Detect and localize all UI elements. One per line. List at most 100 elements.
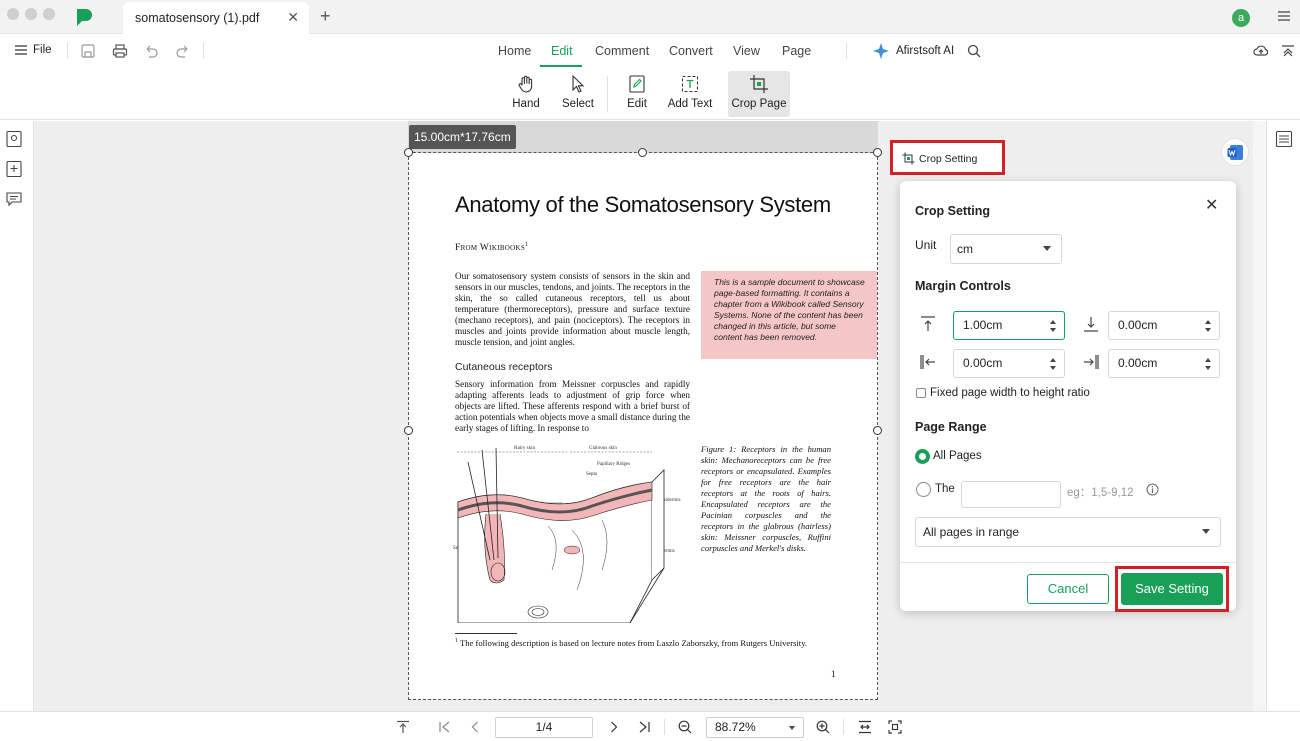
- chevron-down-icon: [1202, 529, 1210, 534]
- tab-edit[interactable]: Edit: [551, 44, 573, 58]
- fit-page-icon[interactable]: [888, 720, 902, 734]
- unit-select[interactable]: cm: [950, 234, 1062, 264]
- stepper-arrows-icon[interactable]: [1050, 357, 1056, 371]
- window-close-dot[interactable]: [7, 8, 19, 20]
- search-icon[interactable]: [966, 43, 982, 59]
- crop-handle-top-left[interactable]: [404, 148, 413, 157]
- cancel-button[interactable]: Cancel: [1027, 574, 1109, 604]
- vertical-scrollbar[interactable]: [1253, 121, 1266, 711]
- margin-controls-heading: Margin Controls: [915, 279, 1011, 293]
- close-icon[interactable]: ✕: [1205, 195, 1218, 215]
- info-icon[interactable]: [1146, 483, 1159, 496]
- bottom-toolbar: 1/4 88.72%: [0, 711, 1300, 741]
- collapse-ribbon-icon[interactable]: [1280, 43, 1296, 59]
- page-range-input[interactable]: [961, 481, 1061, 508]
- zoom-select[interactable]: 88.72%: [706, 717, 804, 738]
- divider: [664, 719, 665, 735]
- page-range-heading: Page Range: [915, 420, 987, 434]
- crop-page-tool-label: Crop Page: [731, 98, 787, 110]
- close-icon[interactable]: ✕: [287, 9, 299, 26]
- edit-tool-label: Edit: [627, 98, 647, 110]
- margin-bottom-input[interactable]: 0.00cm: [1108, 311, 1220, 340]
- divider: [203, 43, 204, 59]
- divider: [846, 43, 847, 59]
- undo-icon[interactable]: [143, 43, 159, 59]
- margin-top-input[interactable]: 1.00cm: [953, 311, 1065, 340]
- tab-comment[interactable]: Comment: [595, 44, 649, 58]
- stepper-arrows-icon[interactable]: [1205, 357, 1211, 371]
- zoom-value: 88.72%: [715, 720, 756, 734]
- window-zoom-dot[interactable]: [43, 8, 55, 20]
- print-icon[interactable]: [112, 43, 128, 59]
- tab-home[interactable]: Home: [498, 44, 531, 58]
- crop-handle-right[interactable]: [873, 426, 882, 435]
- margin-top-value: 1.00cm: [963, 318, 1003, 332]
- cursor-icon: [572, 74, 585, 93]
- first-page-icon[interactable]: [438, 720, 452, 734]
- translate-float-button[interactable]: [1221, 138, 1249, 166]
- avatar[interactable]: a: [1232, 9, 1250, 27]
- crop-frame[interactable]: [408, 152, 878, 700]
- save-setting-button[interactable]: Save Setting: [1121, 573, 1223, 605]
- document-tab[interactable]: somatosensory (1).pdf ✕: [123, 2, 309, 34]
- cloud-upload-icon[interactable]: [1253, 43, 1269, 59]
- next-page-icon[interactable]: [607, 720, 621, 734]
- fit-width-icon[interactable]: [858, 720, 872, 734]
- properties-panel-icon[interactable]: [1275, 130, 1293, 148]
- stepper-arrows-icon[interactable]: [1205, 319, 1211, 333]
- crop-handle-top[interactable]: [638, 148, 647, 157]
- scroll-to-top-icon[interactable]: [396, 720, 410, 734]
- edit-tool-button[interactable]: Edit: [618, 71, 656, 117]
- ai-label: Afirstsoft AI: [896, 45, 955, 57]
- app-logo-icon: [77, 9, 92, 26]
- crop-tab-label: Crop Setting: [919, 152, 978, 165]
- previous-page-icon[interactable]: [468, 720, 482, 734]
- margin-right-input[interactable]: 0.00cm: [1108, 349, 1220, 378]
- tab-convert[interactable]: Convert: [669, 44, 713, 58]
- chevron-down-icon: [789, 726, 795, 730]
- fixed-ratio-label: Fixed page width to height ratio: [930, 387, 1090, 399]
- add-text-tool-button[interactable]: Add Text: [664, 71, 716, 117]
- word-icon: [1227, 145, 1243, 160]
- crop-setting-tab[interactable]: Crop Setting: [890, 140, 1005, 175]
- crop-handle-left[interactable]: [404, 426, 413, 435]
- all-pages-radio[interactable]: [915, 449, 930, 464]
- hand-tool-button[interactable]: Hand: [506, 71, 546, 117]
- divider: [67, 43, 68, 59]
- unit-label: Unit: [915, 238, 937, 252]
- hamburger-menu-icon[interactable]: [1277, 9, 1291, 23]
- margin-bottom-icon: [1084, 317, 1098, 332]
- margin-bottom-value: 0.00cm: [1118, 318, 1158, 332]
- ai-assistant-button[interactable]: Afirstsoft AI: [872, 42, 954, 60]
- last-page-icon[interactable]: [637, 720, 651, 734]
- range-mode-select[interactable]: All pages in range: [915, 517, 1221, 547]
- window-minimize-dot[interactable]: [25, 8, 37, 20]
- page-number-input[interactable]: 1/4: [495, 717, 593, 738]
- thumbnails-icon[interactable]: [5, 130, 23, 148]
- zoom-in-icon[interactable]: [816, 720, 830, 734]
- menu-lines-icon: [15, 45, 27, 55]
- select-tool-button[interactable]: Select: [558, 71, 598, 117]
- select-tool-label: Select: [562, 98, 594, 110]
- left-sidebar: [0, 121, 34, 711]
- active-tab-indicator: [540, 65, 582, 67]
- tab-page[interactable]: Page: [782, 44, 811, 58]
- crop-handle-top-right[interactable]: [873, 148, 882, 157]
- redo-icon[interactable]: [175, 43, 191, 59]
- fixed-ratio-checkbox[interactable]: [916, 388, 926, 398]
- custom-range-radio[interactable]: [916, 482, 931, 497]
- file-menu-button[interactable]: File: [15, 44, 52, 56]
- crop-page-tool-button[interactable]: Crop Page: [728, 71, 790, 117]
- comment-icon[interactable]: [5, 190, 23, 208]
- bookmark-icon[interactable]: [5, 160, 23, 178]
- file-label: File: [33, 44, 52, 56]
- divider: [843, 719, 844, 735]
- stepper-arrows-icon[interactable]: [1050, 319, 1056, 333]
- the-label: The: [935, 483, 955, 495]
- tab-view[interactable]: View: [733, 44, 760, 58]
- save-icon[interactable]: [80, 43, 96, 59]
- hand-tool-label: Hand: [512, 98, 540, 110]
- margin-left-input[interactable]: 0.00cm: [953, 349, 1065, 378]
- zoom-out-icon[interactable]: [678, 720, 692, 734]
- add-tab-icon[interactable]: +: [320, 6, 331, 27]
